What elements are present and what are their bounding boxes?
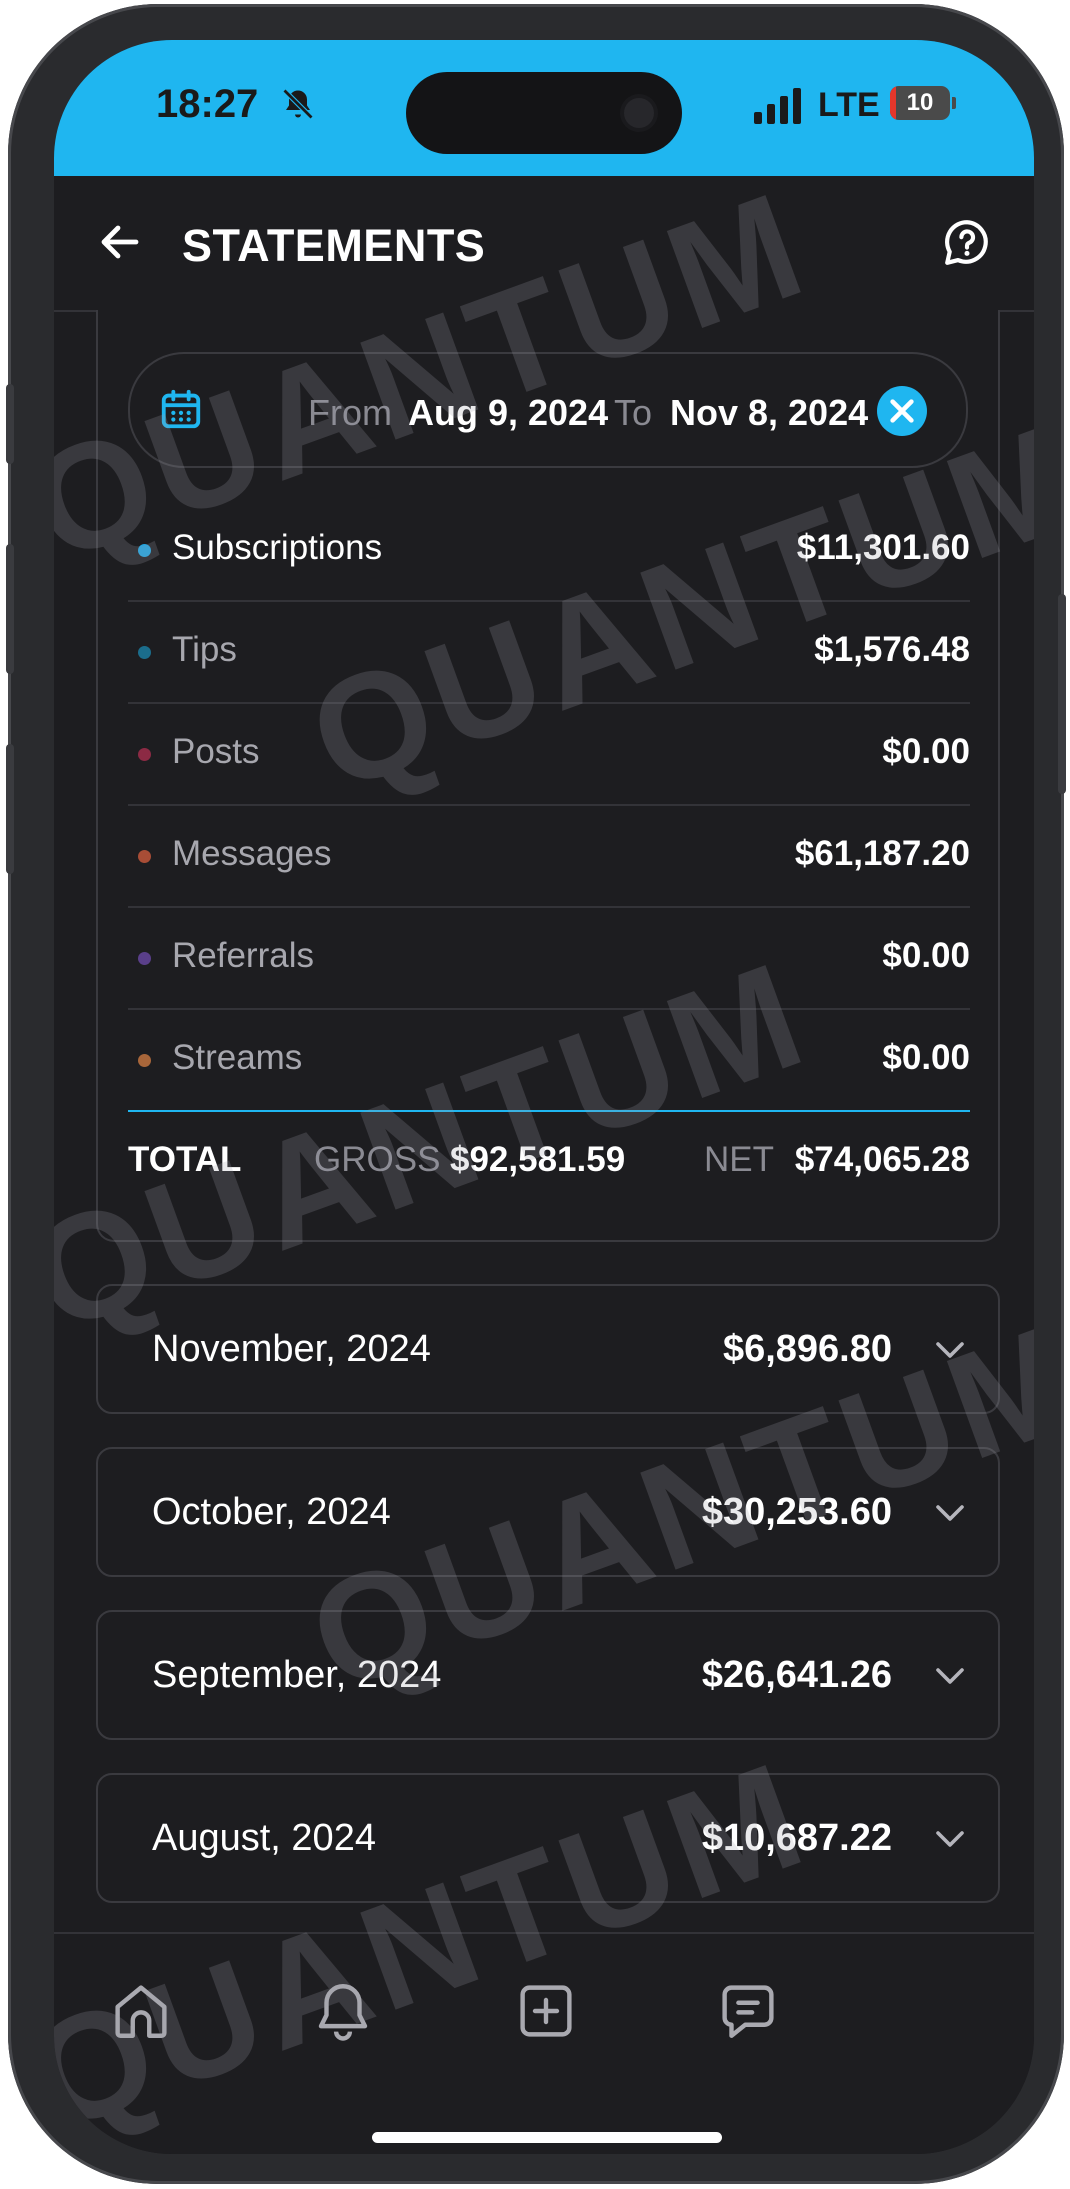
month-name: September, 2024 <box>152 1654 442 1696</box>
category-dot <box>138 1054 151 1067</box>
network-type: LTE <box>818 86 880 124</box>
to-date[interactable]: Nov 8, 2024 <box>670 392 868 434</box>
month-card-november[interactable]: November, 2024 $6,896.80 <box>96 1284 1000 1414</box>
bell-off-icon <box>282 88 314 120</box>
month-card-september[interactable]: September, 2024 $26,641.26 <box>96 1610 1000 1740</box>
category-value: $0.00 <box>882 732 970 771</box>
total-label: TOTAL <box>128 1140 242 1179</box>
status-time: 18:27 <box>156 82 259 126</box>
net-value: $74,065.28 <box>794 1140 970 1179</box>
category-row-subscriptions: Subscriptions $11,301.60 <box>128 498 970 602</box>
action-button <box>6 384 14 464</box>
category-label: Messages <box>172 834 332 873</box>
battery-level: 10 <box>906 89 934 116</box>
category-label: Posts <box>172 732 260 771</box>
screen: 18:27 LTE 10 STATEMENTS From Aug 9, 2024… <box>54 40 1034 2154</box>
power-button <box>1058 594 1066 794</box>
to-label: To <box>614 392 653 433</box>
help-icon[interactable] <box>942 218 992 268</box>
app-bar: STATEMENTS <box>54 176 1034 312</box>
back-arrow-icon[interactable] <box>96 218 144 266</box>
category-value: $61,187.20 <box>794 834 970 873</box>
category-row-messages: Messages $61,187.20 <box>128 804 970 908</box>
from-label: From <box>308 392 392 433</box>
category-row-posts: Posts $0.00 <box>128 702 970 806</box>
battery-nub <box>952 97 956 109</box>
month-amount: $30,253.60 <box>701 1491 892 1533</box>
chevron-down-icon[interactable] <box>932 1821 968 1857</box>
totals-row: TOTAL GROSS $92,581.59 NET $74,065.28 <box>128 1140 970 1200</box>
gross-value: $92,581.59 <box>450 1140 626 1179</box>
phone-frame: 18:27 LTE 10 STATEMENTS From Aug 9, 2024… <box>6 4 1066 2184</box>
category-row-tips: Tips $1,576.48 <box>128 600 970 704</box>
category-label: Streams <box>172 1038 303 1077</box>
camera-icon <box>624 98 654 128</box>
volume-down-button <box>6 744 14 874</box>
month-name: August, 2024 <box>152 1817 376 1859</box>
net-label: NET <box>704 1140 774 1179</box>
chevron-down-icon[interactable] <box>932 1495 968 1531</box>
gross-label: GROSS <box>314 1140 441 1179</box>
month-amount: $26,641.26 <box>701 1654 892 1696</box>
month-card-august[interactable]: August, 2024 $10,687.22 <box>96 1773 1000 1903</box>
volume-up-button <box>6 544 14 674</box>
bottom-nav <box>54 1932 1034 2154</box>
month-card-october[interactable]: October, 2024 $30,253.60 <box>96 1447 1000 1577</box>
category-value: $0.00 <box>882 936 970 975</box>
clear-date-button[interactable] <box>877 386 927 436</box>
page-title: STATEMENTS <box>182 220 486 271</box>
clear-icon <box>890 399 914 423</box>
category-dot <box>138 646 151 659</box>
category-dot <box>138 544 151 557</box>
month-amount: $6,896.80 <box>722 1328 892 1370</box>
category-dot <box>138 748 151 761</box>
category-label: Subscriptions <box>172 528 383 567</box>
status-bar: 18:27 LTE 10 <box>54 40 1034 176</box>
messages-icon[interactable] <box>715 1978 781 2044</box>
category-row-streams: Streams $0.00 <box>128 1008 970 1112</box>
month-amount: $10,687.22 <box>701 1817 892 1859</box>
signal-icon <box>754 88 801 124</box>
from-date[interactable]: Aug 9, 2024 <box>408 392 608 434</box>
calendar-icon[interactable] <box>158 386 204 432</box>
notifications-icon[interactable] <box>310 1978 376 2044</box>
category-dot <box>138 952 151 965</box>
category-value: $1,576.48 <box>814 630 970 669</box>
category-value: $11,301.60 <box>796 528 970 567</box>
category-value: $0.00 <box>882 1038 970 1077</box>
battery-icon: 10 <box>890 86 950 120</box>
add-post-icon[interactable] <box>513 1978 579 2044</box>
category-row-referrals: Referrals $0.00 <box>128 906 970 1010</box>
category-label: Referrals <box>172 936 314 975</box>
month-name: November, 2024 <box>152 1328 431 1370</box>
home-indicator[interactable] <box>372 2132 722 2143</box>
chevron-down-icon[interactable] <box>932 1658 968 1694</box>
home-icon[interactable] <box>108 1978 174 2044</box>
chevron-down-icon[interactable] <box>932 1332 968 1368</box>
category-label: Tips <box>172 630 237 669</box>
month-name: October, 2024 <box>152 1491 391 1533</box>
category-dot <box>138 850 151 863</box>
